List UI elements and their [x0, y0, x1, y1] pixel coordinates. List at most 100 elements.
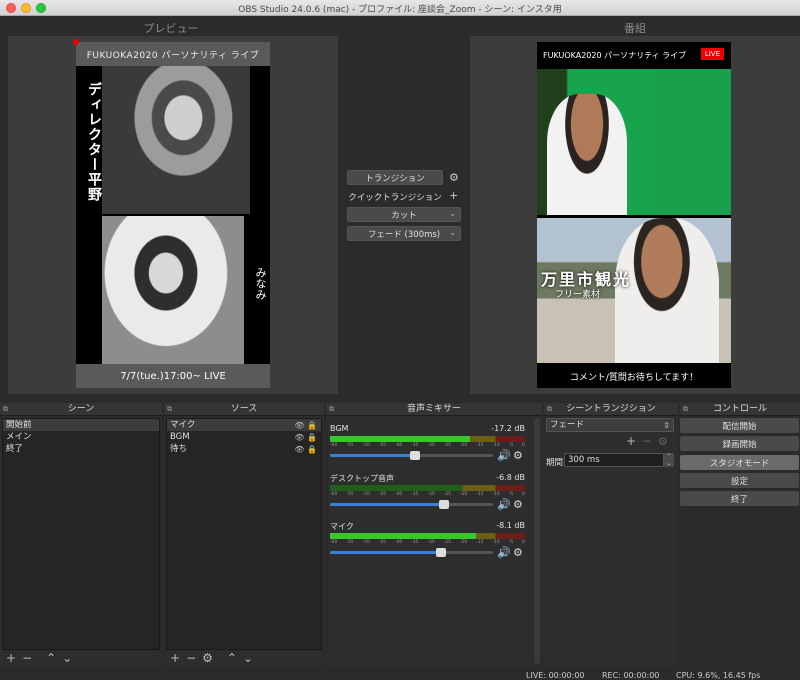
studio-mode-button[interactable]: スタジオモード [680, 455, 799, 470]
program-canvas: FUKUOKA2020 パーソナリティ ライブ LIVE 万里市観光 フリー素材… [537, 42, 731, 388]
cut-label: カット [391, 210, 417, 221]
meter-tick-label: -40 [394, 540, 403, 545]
move-up-icon[interactable]: ⌃ [46, 651, 56, 665]
chevron-down-icon: ⌄ [449, 209, 456, 218]
duration-input[interactable]: 300 ms [564, 453, 664, 467]
source-label: マイク [170, 420, 196, 430]
speaker-icon[interactable]: 🔊 [497, 546, 511, 559]
meter-tick-label: -50 [362, 540, 370, 545]
meter-tick-label: -30 [427, 540, 435, 545]
volume-fill [330, 503, 445, 506]
channel-db: -17.2 dB [491, 424, 525, 433]
move-down-icon[interactable]: ⌄ [62, 651, 72, 665]
settings-button[interactable]: 設定 [680, 473, 799, 488]
duration-label: 期間 [546, 458, 564, 468]
camera-feed-top [537, 69, 731, 215]
transition-button[interactable]: トランジション [347, 170, 443, 185]
transition-settings-icon[interactable]: ⚙ [658, 435, 668, 448]
dock-float-icon[interactable]: ⧉ [683, 403, 688, 416]
start-recording-button[interactable]: 録画開始 [680, 436, 799, 451]
live-badge: LIVE [700, 48, 724, 60]
scene-item[interactable]: 終了 [3, 443, 159, 455]
meter-tick-label: -60 [330, 492, 338, 497]
preview-canvas[interactable]: FUKUOKA2020 パーソナリティ ライブ ディレクター平野 みなみ 7/7… [76, 42, 270, 388]
volume-meter [330, 533, 525, 539]
gear-icon[interactable]: ⚙ [513, 546, 523, 559]
remove-source-icon[interactable]: − [186, 651, 196, 665]
preview-header: FUKUOKA2020 パーソナリティ ライブ [76, 42, 270, 66]
cut-transition-button[interactable]: カット ⌄ [347, 207, 461, 222]
gear-icon[interactable]: ⚙ [513, 449, 523, 462]
volume-slider[interactable] [330, 500, 493, 509]
dock-float-icon[interactable]: ⧉ [167, 403, 172, 416]
dock-float-icon[interactable]: ⧉ [329, 403, 334, 416]
volume-meter [330, 436, 525, 442]
meter-tick-label: -45 [378, 540, 387, 545]
meter-ticks: -60 -55 -50 -45 -40 -35 -30 -25 -20 -15 -10 -5 0 [330, 540, 525, 546]
volume-meter [330, 485, 525, 491]
move-down-icon[interactable]: ⌄ [243, 651, 253, 665]
director-name: ディレクター平野 [86, 82, 102, 202]
volume-knob[interactable] [435, 548, 446, 557]
source-label: BGM [170, 432, 190, 442]
volume-knob[interactable] [439, 500, 450, 509]
scene-item[interactable]: メイン [3, 431, 159, 443]
dock-float-icon[interactable]: ⧉ [547, 403, 552, 416]
visibility-lock-icon[interactable]: 👁 🔒 [294, 444, 317, 456]
add-scene-icon[interactable]: + [6, 651, 16, 665]
mixer-scrollbar[interactable] [534, 418, 540, 664]
meter-tick-label: -55 [346, 492, 354, 497]
meter-tick-label: -45 [378, 443, 387, 448]
dock-float-icon[interactable]: ⧉ [3, 403, 8, 416]
mixer-channels: BGM -17.2 dB -60 -55 -50 -45 -40 -35 -30 -25 -20 -1… [326, 418, 534, 658]
meter-tick-label: -60 [330, 540, 338, 545]
director-photo [102, 66, 250, 214]
meter-tick-label: -35 [411, 492, 419, 497]
source-item[interactable]: 待ち 👁 🔒 [167, 443, 321, 455]
meter-tick-label: -55 [346, 540, 354, 545]
scenes-title: シーン [67, 404, 95, 414]
overlay-subtitle: フリー素材 [555, 290, 601, 300]
scene-transitions-title: シーントランジション [566, 404, 656, 414]
volume-fill [330, 551, 441, 554]
transition-select[interactable]: フェード ⇕ [546, 418, 674, 432]
volume-fill [330, 454, 415, 457]
meter-tick-label: -55 [346, 443, 354, 448]
move-up-icon[interactable]: ⌃ [227, 651, 237, 665]
transition-gear-icon[interactable]: ⚙ [449, 172, 459, 183]
volume-slider[interactable] [330, 548, 493, 557]
channel-db: -6.8 dB [496, 473, 525, 482]
scene-item[interactable]: 開始前 [3, 419, 159, 431]
add-quick-transition-icon[interactable]: + [449, 190, 458, 201]
speaker-icon[interactable]: 🔊 [497, 498, 511, 511]
source-item[interactable]: BGM 👁 🔒 [167, 431, 321, 443]
meter-tick-label: -15 [476, 443, 484, 448]
source-properties-icon[interactable]: ⚙ [202, 651, 213, 665]
meter-tick-label: -35 [411, 443, 419, 448]
volume-knob[interactable] [409, 451, 420, 460]
meter-tick-label: -60 [330, 443, 338, 448]
meter-level [330, 436, 471, 442]
source-item[interactable]: マイク 👁 🔒 [167, 419, 321, 431]
meter-level [330, 533, 477, 539]
sources-list: マイク 👁 🔒 BGM 👁 🔒 待ち 👁 🔒 [166, 418, 322, 650]
mixer-dock: ⧉ 音声ミキサー BGM -17.2 dB -60 -55 -50 -45 -40 -35 -30… [326, 403, 542, 666]
mixer-title: 音声ミキサー [406, 404, 461, 414]
exit-button[interactable]: 終了 [680, 491, 799, 506]
add-transition-icon[interactable]: + [626, 434, 636, 448]
speaker-icon[interactable]: 🔊 [497, 449, 511, 462]
remove-transition-icon[interactable]: − [642, 434, 652, 448]
duration-stepper[interactable]: ⌃ ⌄ [664, 453, 674, 467]
channel-name: マイク [330, 522, 354, 531]
live-time: LIVE: 00:00:00 [526, 671, 585, 680]
add-source-icon[interactable]: + [170, 651, 180, 665]
source-anchor-handle[interactable] [73, 39, 79, 45]
rec-time: REC: 00:00:00 [602, 671, 660, 680]
meter-tick-label: -30 [427, 443, 435, 448]
volume-slider[interactable] [330, 451, 493, 460]
start-streaming-button[interactable]: 配信開始 [680, 418, 799, 433]
remove-scene-icon[interactable]: − [22, 651, 32, 665]
gear-icon[interactable]: ⚙ [513, 498, 523, 511]
fade-transition-button[interactable]: フェード (300ms) ⌄ [347, 226, 461, 241]
meter-tick-label: -30 [427, 492, 435, 497]
